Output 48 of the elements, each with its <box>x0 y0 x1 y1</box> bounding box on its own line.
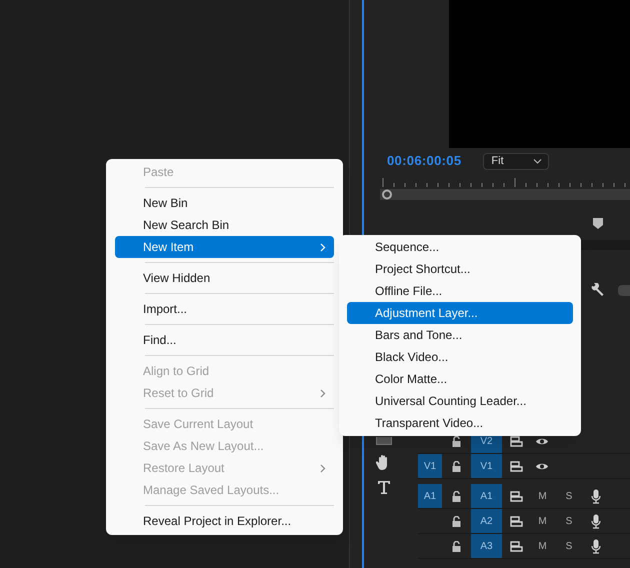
menu-item[interactable]: Black Video... <box>347 346 573 368</box>
track-target[interactable]: A3 <box>471 534 502 558</box>
solo-toggle[interactable]: S <box>555 538 583 554</box>
track-output-icon[interactable] <box>510 436 522 446</box>
mute-toggle[interactable]: M <box>530 488 555 504</box>
source-patch[interactable]: V1 <box>418 454 442 478</box>
lock-icon[interactable] <box>452 540 461 552</box>
menu-item[interactable]: Sequence... <box>347 236 573 258</box>
track-output-icon[interactable] <box>510 460 522 472</box>
eye-icon[interactable] <box>535 436 549 446</box>
marker-icon[interactable] <box>593 218 603 228</box>
wrench-icon[interactable] <box>590 283 604 297</box>
source-patch[interactable]: A1 <box>418 484 442 508</box>
track-target[interactable]: V1 <box>471 454 502 478</box>
mute-toggle[interactable]: M <box>530 538 555 554</box>
menu-item[interactable]: Adjustment Layer... <box>347 302 573 324</box>
zoom-dropdown[interactable]: Fit <box>483 152 550 170</box>
menu-item[interactable]: New Item <box>115 236 334 258</box>
lock-icon[interactable] <box>452 436 461 446</box>
solo-toggle[interactable]: S <box>555 514 583 528</box>
menu-item[interactable]: New Search Bin <box>115 214 334 236</box>
lock-icon[interactable] <box>452 490 461 502</box>
eye-icon[interactable] <box>535 462 549 470</box>
menu-item[interactable]: Find... <box>115 329 334 351</box>
track-output-icon[interactable] <box>510 540 522 552</box>
microphone-icon[interactable] <box>591 514 601 528</box>
type-tool-icon[interactable] <box>377 480 391 495</box>
menu-item[interactable]: Offline File... <box>347 280 573 302</box>
menu-item[interactable]: Import... <box>115 298 334 320</box>
track-output-icon[interactable] <box>510 490 522 502</box>
mute-toggle[interactable]: M <box>530 514 555 528</box>
track-target[interactable]: A1 <box>471 484 502 508</box>
timecode[interactable]: 00:06:00:05 <box>387 151 462 171</box>
track-target[interactable]: A2 <box>471 509 502 533</box>
menu-item[interactable]: Universal Counting Leader... <box>347 390 573 412</box>
menu-item[interactable]: Project Shortcut... <box>347 258 573 280</box>
menu-item[interactable]: View Hidden <box>115 267 334 289</box>
menu-item[interactable]: New Bin <box>115 192 334 214</box>
menu-item[interactable]: Reveal Project in Explorer... <box>115 510 334 532</box>
chevron-down-icon <box>533 158 542 164</box>
lock-icon[interactable] <box>452 460 461 472</box>
lock-icon[interactable] <box>452 516 461 526</box>
menu-item[interactable]: Bars and Tone... <box>347 324 573 346</box>
track-output-icon[interactable] <box>510 516 522 526</box>
solo-toggle[interactable]: S <box>555 488 583 504</box>
microphone-icon[interactable] <box>591 538 601 554</box>
microphone-icon[interactable] <box>591 488 601 504</box>
menu-item[interactable]: Color Matte... <box>347 368 573 390</box>
